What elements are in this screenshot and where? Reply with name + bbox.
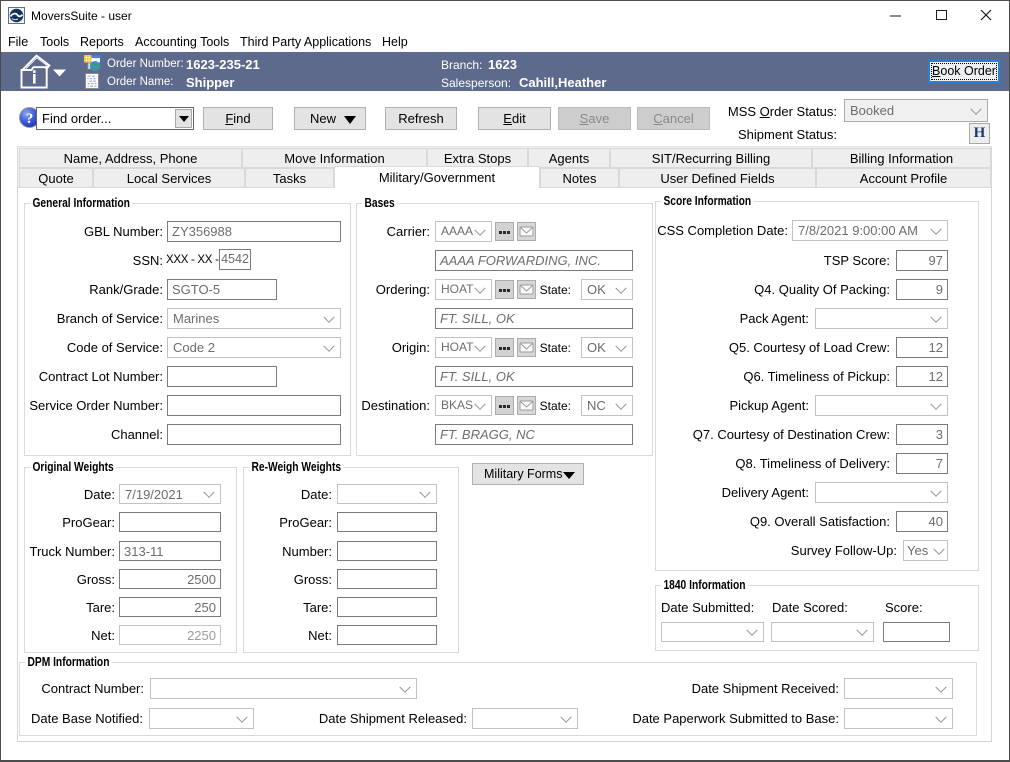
svg-text:?: ?: [26, 111, 34, 127]
